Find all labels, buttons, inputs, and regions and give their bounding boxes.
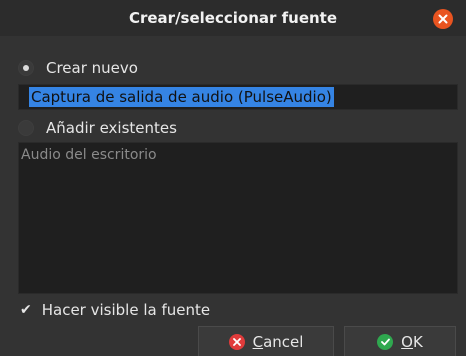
- source-name-value: Captura de salida de audio (PulseAudio): [29, 87, 334, 107]
- ok-label: OK: [401, 332, 423, 351]
- cancel-icon: [228, 333, 245, 350]
- radio-add-existing[interactable]: Añadir existentes: [18, 116, 177, 140]
- radio-button-selected[interactable]: [18, 60, 34, 76]
- close-button[interactable]: [433, 9, 453, 29]
- list-item[interactable]: Audio del escritorio: [21, 147, 157, 163]
- ok-button[interactable]: OK: [344, 326, 456, 356]
- cancel-button[interactable]: Cancel: [198, 326, 334, 356]
- radio-button-unselected[interactable]: [18, 120, 34, 136]
- radio-create-new-label: Crear nuevo: [46, 59, 138, 77]
- window-title: Crear/seleccionar fuente: [128, 9, 338, 27]
- check-icon: ✔: [20, 302, 32, 318]
- make-visible-label: Hacer visible la fuente: [41, 301, 211, 319]
- source-name-input[interactable]: Captura de salida de audio (PulseAudio): [18, 84, 458, 110]
- radio-add-existing-label: Añadir existentes: [46, 119, 177, 137]
- cancel-label: Cancel: [252, 332, 304, 351]
- close-icon: [438, 14, 448, 24]
- existing-sources-list[interactable]: Audio del escritorio: [18, 142, 458, 294]
- check-icon: [377, 333, 394, 350]
- radio-create-new[interactable]: Crear nuevo: [18, 56, 138, 80]
- make-visible-checkbox[interactable]: ✔ Hacer visible la fuente: [20, 298, 210, 322]
